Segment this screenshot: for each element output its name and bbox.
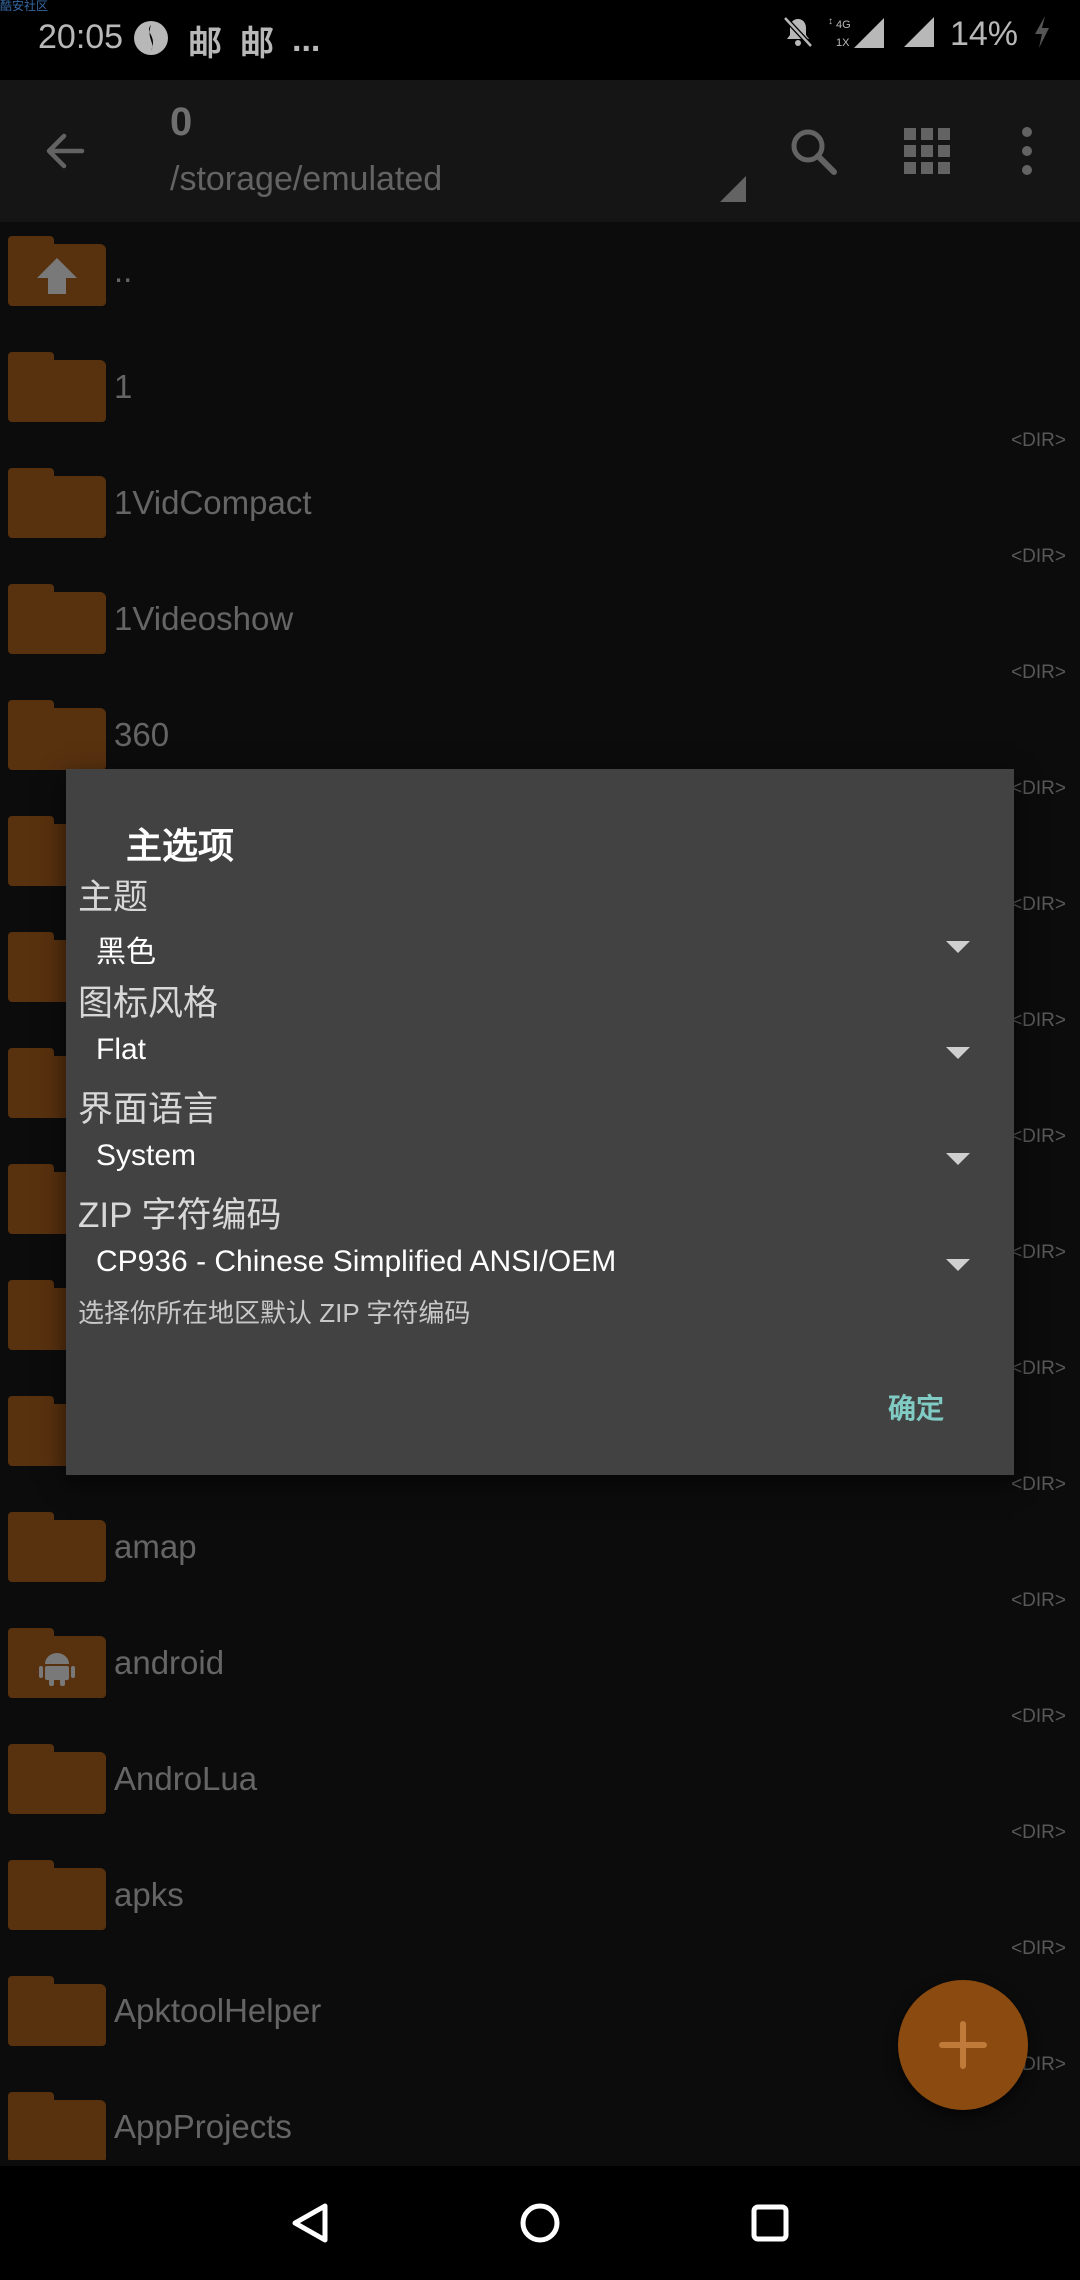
add-fab-button[interactable] (898, 1980, 1028, 2110)
zip-encoding-select[interactable]: CP936 - Chinese Simplified ANSI/OEM (78, 1235, 978, 1295)
dropdown-arrow-icon (946, 1153, 970, 1165)
ok-button[interactable]: 确定 (878, 1381, 954, 1433)
nav-home-button[interactable] (500, 2183, 580, 2263)
language-label: 界面语言 (78, 1090, 219, 1129)
icon-style-select[interactable]: Flat (78, 1023, 978, 1083)
nav-back-button[interactable] (270, 2183, 350, 2263)
zip-encoding-value: CP936 - Chinese Simplified ANSI/OEM (96, 1245, 617, 1278)
circle-home-icon (520, 2203, 560, 2243)
square-recents-icon (751, 2204, 789, 2242)
language-select[interactable]: System (78, 1129, 978, 1189)
plus-icon (939, 2021, 987, 2069)
nav-recents-button[interactable] (730, 2183, 810, 2263)
theme-select[interactable]: 黑色 (78, 917, 978, 977)
main-options-dialog: 主选项 主题 黑色 图标风格 Flat 界面语言 System ZIP 字符编码… (66, 769, 1014, 1475)
zip-encoding-hint: 选择你所在地区默认 ZIP 字符编码 (78, 1298, 471, 1328)
icon-style-label: 图标风格 (78, 984, 219, 1023)
icon-style-value: Flat (96, 1033, 147, 1066)
dropdown-arrow-icon (946, 1259, 970, 1271)
system-nav-bar (0, 2166, 1080, 2280)
language-value: System (96, 1139, 197, 1172)
theme-label: 主题 (78, 878, 149, 917)
dropdown-arrow-icon (946, 1047, 970, 1059)
triangle-back-icon (292, 2203, 328, 2243)
theme-value: 黑色 (96, 936, 156, 969)
dropdown-arrow-icon (946, 941, 970, 953)
zip-encoding-label: ZIP 字符编码 (78, 1196, 282, 1235)
dialog-title: 主选项 (126, 825, 235, 866)
